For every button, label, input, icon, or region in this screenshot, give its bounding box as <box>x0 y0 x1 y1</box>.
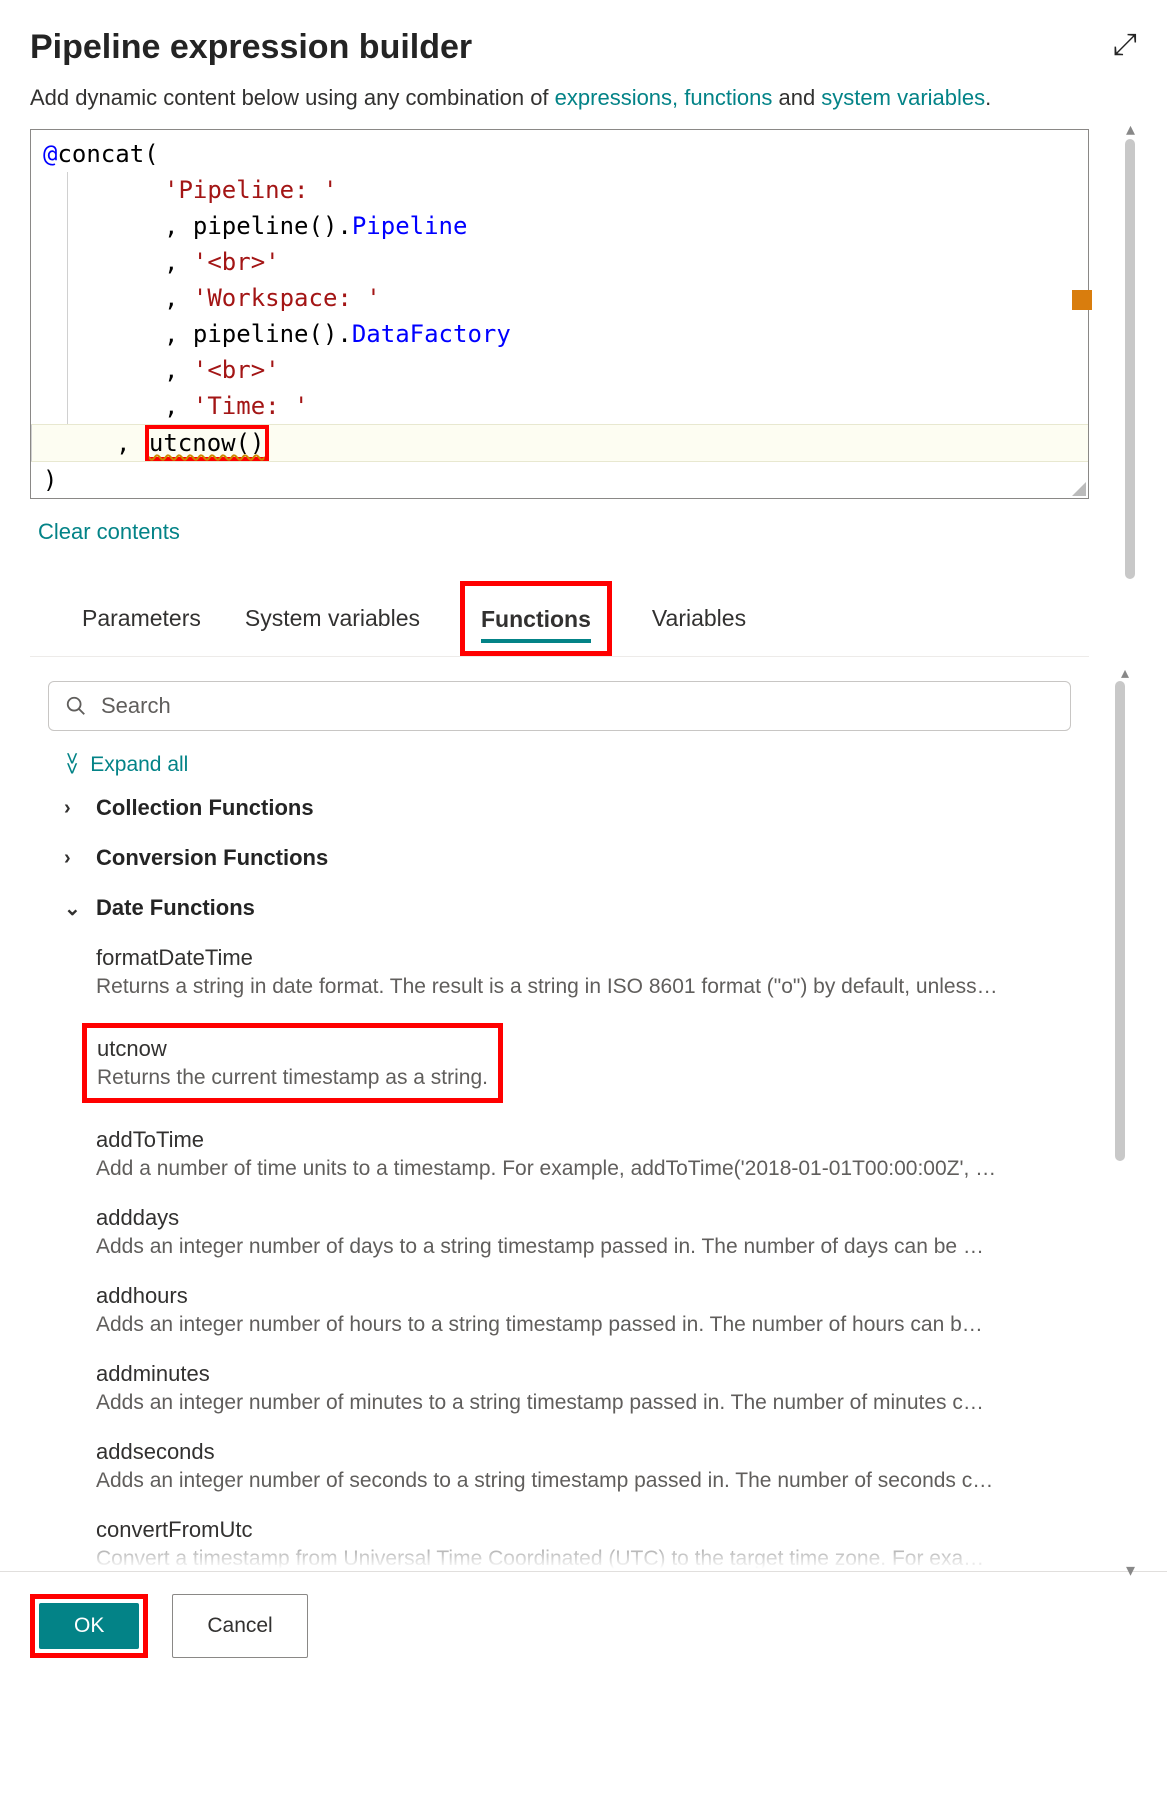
expand-icon[interactable]: ⤢ <box>1113 28 1137 62</box>
ok-highlight: OK <box>30 1594 148 1658</box>
scroll-down-icon[interactable]: ▾ <box>1126 1560 1135 1581</box>
cancel-button[interactable]: Cancel <box>172 1594 307 1658</box>
system-variables-link[interactable]: system variables <box>821 85 985 110</box>
functions-link[interactable]: functions <box>684 85 772 110</box>
function-formatDateTime[interactable]: formatDateTime Returns a string in date … <box>96 945 1089 999</box>
function-addToTime[interactable]: addToTime Add a number of time units to … <box>96 1127 1089 1181</box>
function-utcnow[interactable]: utcnow Returns the current timestamp as … <box>82 1023 503 1103</box>
inner-scrollbar[interactable] <box>1115 681 1125 1161</box>
function-list: formatDateTime Returns a string in date … <box>96 945 1089 1493</box>
expression-editor[interactable]: @concat( 'Pipeline: ' , pipeline().Pipel… <box>30 129 1089 499</box>
expressions-link[interactable]: expressions, <box>555 85 679 110</box>
expand-all-link[interactable]: ˅˅ Expand all <box>66 753 1089 777</box>
chevron-right-icon: › <box>64 797 84 820</box>
function-addseconds[interactable]: addseconds Adds an integer number of sec… <box>96 1439 1089 1493</box>
search-box[interactable] <box>48 681 1071 731</box>
tab-bar: Parameters System variables Functions Va… <box>30 581 1089 657</box>
function-addminutes[interactable]: addminutes Adds an integer number of min… <box>96 1361 1089 1415</box>
inner-scroll-up-icon[interactable]: ▴ <box>1121 663 1129 683</box>
double-chevron-down-icon: ˅˅ <box>66 755 78 775</box>
tab-system-variables[interactable]: System variables <box>241 593 424 644</box>
search-input[interactable] <box>99 692 1054 720</box>
function-adddays[interactable]: adddays Adds an integer number of days t… <box>96 1205 1089 1259</box>
search-icon <box>65 695 87 717</box>
clear-contents-link[interactable]: Clear contents <box>38 519 180 545</box>
category-date-functions[interactable]: ⌄ Date Functions <box>64 895 1089 921</box>
tab-functions[interactable]: Functions <box>477 594 595 643</box>
chevron-down-icon: ⌄ <box>64 896 84 921</box>
tab-variables[interactable]: Variables <box>648 593 750 644</box>
footer: OK Cancel <box>0 1571 1167 1680</box>
outer-scrollbar[interactable] <box>1125 139 1135 579</box>
scroll-up-icon[interactable]: ▴ <box>1126 119 1135 140</box>
category-conversion-functions[interactable]: › Conversion Functions <box>64 845 1089 871</box>
page-title: Pipeline expression builder <box>30 28 472 67</box>
ok-button[interactable]: OK <box>39 1603 139 1649</box>
tab-functions-highlight: Functions <box>460 581 612 656</box>
chevron-right-icon: › <box>64 847 84 870</box>
function-addhours[interactable]: addhours Adds an integer number of hours… <box>96 1283 1089 1337</box>
resize-handle-icon[interactable] <box>1070 480 1086 496</box>
helper-text: Add dynamic content below using any comb… <box>30 85 1137 111</box>
tab-parameters[interactable]: Parameters <box>78 593 205 644</box>
utcnow-highlight: utcnow() <box>145 425 269 461</box>
category-collection-functions[interactable]: › Collection Functions <box>64 795 1089 821</box>
function-convertFromUtc[interactable]: convertFromUtc Convert a timestamp from … <box>96 1517 1089 1571</box>
